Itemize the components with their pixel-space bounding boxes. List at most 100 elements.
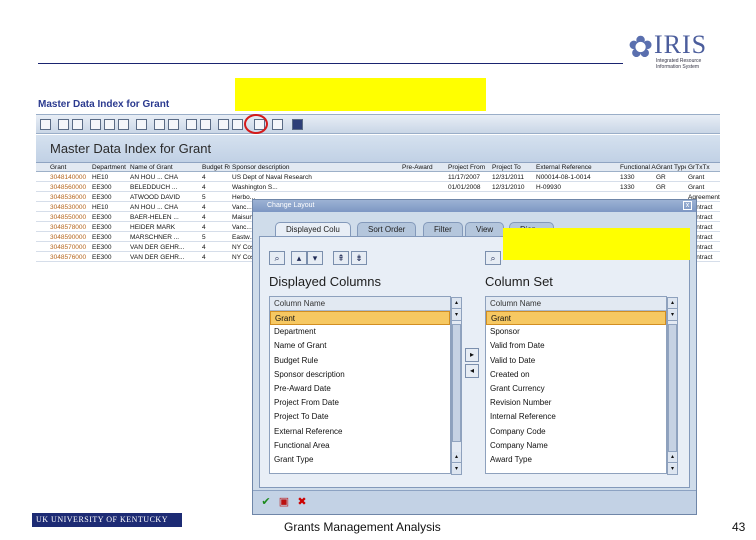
- list-item[interactable]: Valid to Date: [486, 354, 666, 368]
- info-icon[interactable]: [292, 119, 303, 130]
- list-item[interactable]: Project From Date: [270, 396, 450, 410]
- save-layout-icon[interactable]: [272, 119, 283, 130]
- spreadsheet-icon[interactable]: [200, 119, 211, 130]
- sort-desc-icon[interactable]: [72, 119, 83, 130]
- tab-view[interactable]: View: [465, 222, 505, 236]
- column-header[interactable]: Pre-Award: [402, 163, 446, 172]
- list-item[interactable]: Grant: [270, 311, 450, 326]
- list-item[interactable]: Valid from Date: [486, 339, 666, 353]
- table-cell[interactable]: 3048530000: [50, 203, 90, 212]
- table-row[interactable]: 3048560000 EE300 BELEDDUCH ... 4 Washing…: [36, 183, 720, 192]
- scroll-down-icon[interactable]: ▾: [668, 464, 677, 475]
- column-header[interactable]: Department: [92, 163, 128, 172]
- find-icon[interactable]: ⌕: [485, 251, 501, 265]
- table-row[interactable]: 3048140000 HE10 AN HOU ... CHA 4 US Dept…: [36, 173, 720, 182]
- sort-asc-icon[interactable]: [58, 119, 69, 130]
- scroll-down-icon[interactable]: ▾: [452, 464, 461, 475]
- right-scrollbar[interactable]: ▴ ▾ ▴ ▾: [667, 297, 678, 475]
- scroll-thumb[interactable]: [452, 324, 461, 442]
- iris-flower-icon: ✿: [628, 30, 654, 65]
- list-item[interactable]: Pre-Award Date: [270, 382, 450, 396]
- left-scrollbar[interactable]: ▴ ▾ ▴ ▾: [451, 297, 462, 475]
- list-item[interactable]: Award Type: [486, 453, 666, 467]
- scroll-up-icon[interactable]: ▴: [668, 298, 677, 309]
- table-cell: 4: [202, 214, 206, 221]
- word-processing-icon[interactable]: [218, 119, 229, 130]
- list-item[interactable]: Sponsor description: [270, 368, 450, 382]
- find-icon[interactable]: ⌕: [269, 251, 285, 265]
- column-set-list[interactable]: Column Name Grant Sponsor Valid from Dat…: [485, 296, 678, 475]
- tab-sort-order[interactable]: Sort Order: [357, 222, 417, 236]
- column-header[interactable]: External Reference: [536, 163, 618, 172]
- table-cell[interactable]: 3048590000: [50, 233, 90, 242]
- column-header[interactable]: Budget Rule: [202, 163, 230, 172]
- table-cell[interactable]: 3048570000: [50, 243, 90, 252]
- list-item[interactable]: Revision Number: [486, 396, 666, 410]
- grid-header-row: Grant Department Name of Grant Budget Ru…: [36, 163, 720, 172]
- column-header[interactable]: Name of Grant: [130, 163, 202, 172]
- column-header[interactable]: Project From: [448, 163, 490, 172]
- list-item[interactable]: Grant Currency: [486, 382, 666, 396]
- save-icon[interactable]: ▣: [277, 495, 291, 509]
- table-cell[interactable]: 3048576000: [50, 253, 90, 262]
- move-left-icon[interactable]: ◂: [465, 364, 479, 378]
- list-item[interactable]: Functional Area: [270, 439, 450, 453]
- details-icon[interactable]: [40, 119, 51, 130]
- column-header[interactable]: Project To: [492, 163, 536, 172]
- tab-displayed-columns[interactable]: Displayed Colu: [275, 222, 351, 236]
- list-item[interactable]: Internal Reference: [486, 410, 666, 424]
- scroll-up-icon[interactable]: ▾: [668, 310, 677, 321]
- table-cell[interactable]: 3048578000: [50, 223, 90, 232]
- cancel-icon[interactable]: ✖: [295, 495, 309, 509]
- list-item[interactable]: Created on: [486, 368, 666, 382]
- list-item[interactable]: Company Name: [486, 439, 666, 453]
- scroll-up-icon[interactable]: ▾: [452, 310, 461, 321]
- list-item[interactable]: External Reference: [270, 425, 450, 439]
- move-bottom-icon[interactable]: ⇟: [351, 251, 367, 265]
- table-cell[interactable]: 3048550000: [50, 213, 90, 222]
- filter-icon[interactable]: [104, 119, 115, 130]
- iris-logo-word: IRIS: [654, 30, 708, 59]
- table-cell: EE300: [92, 184, 112, 191]
- table-cell[interactable]: 3048536000: [50, 193, 90, 202]
- list-item[interactable]: Name of Grant: [270, 339, 450, 353]
- displayed-columns-list[interactable]: Column Name Grant Department Name of Gra…: [269, 296, 462, 475]
- print-preview-icon[interactable]: [136, 119, 147, 130]
- move-top-icon[interactable]: ⇞: [333, 251, 349, 265]
- dialog-title-bar[interactable]: Change Layout x: [253, 200, 696, 212]
- list-item[interactable]: Grant: [486, 311, 666, 326]
- close-icon[interactable]: x: [683, 201, 692, 210]
- scroll-thumb[interactable]: [668, 324, 677, 452]
- move-up-icon[interactable]: ▴: [291, 251, 307, 265]
- list-item[interactable]: Department: [270, 325, 450, 339]
- list-item[interactable]: Budget Rule: [270, 354, 450, 368]
- total-icon[interactable]: [118, 119, 129, 130]
- list-item[interactable]: Sponsor: [486, 325, 666, 339]
- list-item[interactable]: Company Code: [486, 425, 666, 439]
- column-header[interactable]: Sponsor description: [232, 163, 402, 172]
- table-cell[interactable]: 3048560000: [50, 183, 90, 192]
- refresh-icon[interactable]: [154, 119, 165, 130]
- scroll-down-icon[interactable]: ▴: [452, 452, 461, 463]
- list-item[interactable]: Project To Date: [270, 410, 450, 424]
- column-header[interactable]: GrTxTx: [688, 163, 720, 172]
- column-header[interactable]: Grant Type: [656, 163, 686, 172]
- table-cell: EE300: [92, 214, 112, 221]
- table-cell[interactable]: 3048140000: [50, 173, 90, 182]
- column-header[interactable]: Functional Area: [620, 163, 656, 172]
- scroll-up-icon[interactable]: ▴: [452, 298, 461, 309]
- abc-analysis-icon[interactable]: [232, 119, 243, 130]
- move-down-icon[interactable]: ▾: [307, 251, 323, 265]
- export-icon[interactable]: [168, 119, 179, 130]
- graphic-icon[interactable]: [186, 119, 197, 130]
- tab-filter[interactable]: Filter: [423, 222, 463, 236]
- scroll-down-icon[interactable]: ▴: [668, 452, 677, 463]
- move-right-icon[interactable]: ▸: [465, 348, 479, 362]
- column-header[interactable]: Grant: [50, 163, 90, 172]
- grid-title-bar: Master Data Index for Grant: [36, 135, 720, 163]
- list-item[interactable]: Grant Type: [270, 453, 450, 467]
- confirm-icon[interactable]: ✔: [259, 495, 273, 509]
- find-icon[interactable]: [90, 119, 101, 130]
- table-cell: N00014-08-1-0014: [536, 174, 591, 181]
- table-cell: Washington S...: [232, 184, 278, 191]
